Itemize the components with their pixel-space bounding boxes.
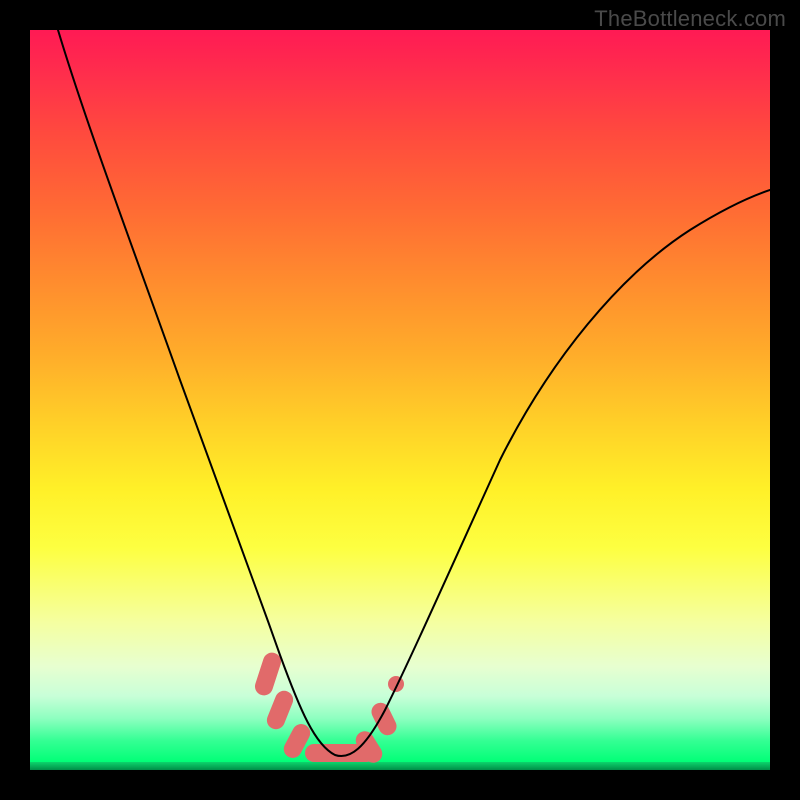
optimal-region-markers: [253, 650, 404, 766]
curve-layer: [30, 30, 770, 770]
chart-frame: TheBottleneck.com: [0, 0, 800, 800]
plot-area: [30, 30, 770, 770]
attribution-text: TheBottleneck.com: [594, 6, 786, 32]
bottleneck-curve: [58, 30, 770, 756]
